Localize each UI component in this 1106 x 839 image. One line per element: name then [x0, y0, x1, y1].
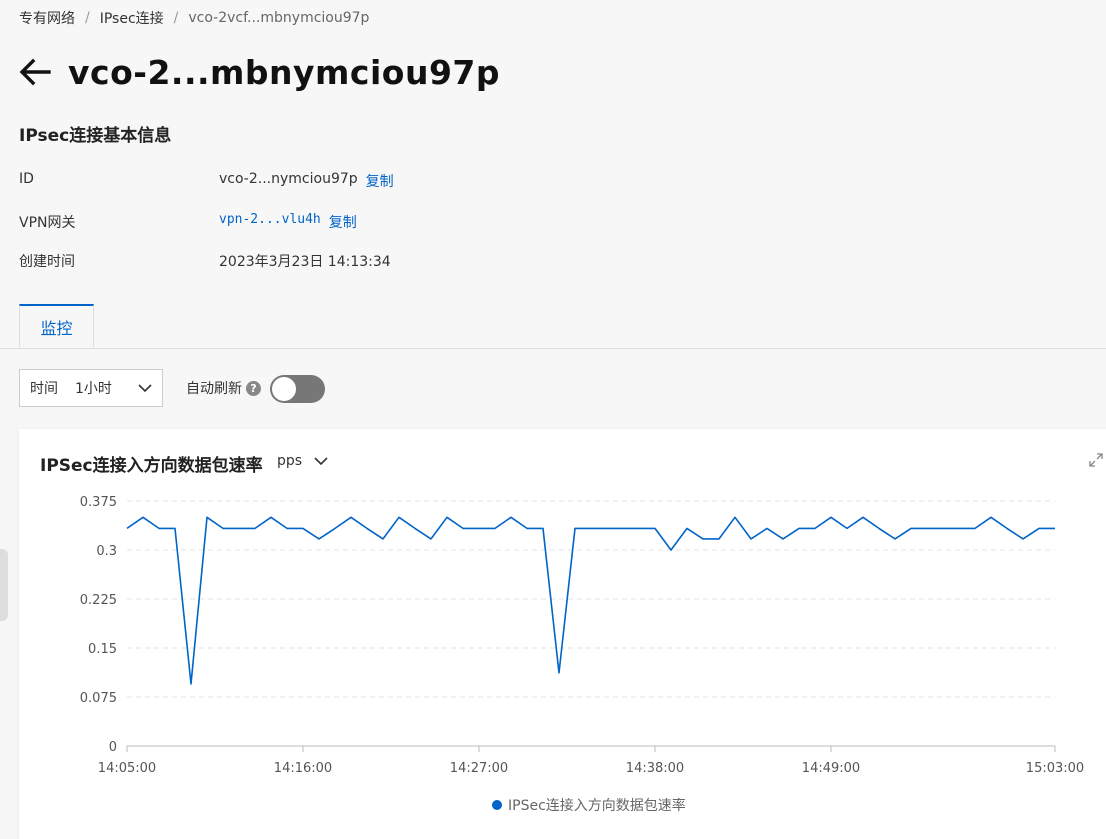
copy-id-link[interactable]: 复制: [366, 171, 394, 191]
tab-monitor[interactable]: 监控: [19, 304, 94, 348]
y-tick-label: 0.075: [80, 691, 117, 706]
tab-bar: 监控: [0, 304, 1106, 349]
breadcrumb-ipsec[interactable]: IPsec连接: [100, 8, 164, 28]
breadcrumb-separator: /: [173, 10, 179, 26]
x-tick-label: 14:16:00: [274, 761, 332, 776]
y-tick-label: 0.15: [88, 642, 117, 657]
auto-refresh: 自动刷新 ?: [186, 378, 261, 398]
auto-refresh-toggle[interactable]: [270, 375, 325, 403]
page-title: vco-2...mbnymciou97p: [68, 52, 500, 92]
created-time-value: 2023年3月23日 14:13:34: [219, 254, 391, 270]
breadcrumb-current: vco-2vcf...mbnymciou97p: [188, 10, 370, 26]
arrow-left-icon: [19, 58, 51, 86]
y-tick-label: 0.375: [80, 495, 117, 510]
back-button[interactable]: [18, 52, 52, 92]
section-title: IPsec连接基本信息: [19, 126, 172, 146]
y-tick-label: 0: [109, 740, 117, 755]
time-label: 时间: [30, 381, 58, 397]
x-tick-label: 14:49:00: [802, 761, 860, 776]
copy-vpn-link[interactable]: 复制: [329, 212, 357, 232]
x-tick-label: 14:38:00: [626, 761, 684, 776]
line-chart: 0.375 0.3 0.225 0.15 0.075 0 14:05:00 14:16:00 1…: [80, 495, 1084, 776]
legend-dot: [492, 800, 502, 810]
chart-legend[interactable]: IPSec连接入方向数据包速率: [492, 795, 686, 815]
id-value: vco-2...nymciou97p: [219, 171, 358, 187]
created-time-label: 创建时间: [19, 254, 75, 270]
help-icon[interactable]: ?: [246, 380, 261, 396]
title-row: vco-2...mbnymciou97p: [18, 52, 500, 92]
auto-refresh-label: 自动刷新: [186, 381, 242, 397]
vpn-gateway-link[interactable]: vpn-2...vlu4h: [219, 212, 321, 232]
time-range-select[interactable]: 时间 1小时: [19, 369, 163, 407]
legend-label: IPSec连接入方向数据包速率: [508, 798, 686, 814]
vpn-gateway-label: VPN网关: [19, 215, 76, 231]
toggle-knob: [272, 377, 296, 401]
info-row-vpn: VPN网关 vpn-2...vlu4h 复制: [19, 212, 357, 232]
y-tick-label: 0.3: [96, 544, 117, 559]
side-panel-handle[interactable]: [0, 549, 8, 621]
breadcrumb-vpc[interactable]: 专有网络: [19, 8, 75, 28]
time-value: 1小时: [75, 381, 112, 397]
x-tick-label: 14:05:00: [98, 761, 156, 776]
y-tick-label: 0.225: [80, 593, 117, 608]
info-row-id: ID vco-2...nymciou97p 复制: [19, 171, 394, 191]
chart-card: IPSec连接入方向数据包速率 pps 0.375 0.3 0.225 0.15 0.0…: [19, 429, 1106, 839]
breadcrumb: 专有网络 / IPsec连接 / vco-2vcf...mbnymciou97p: [19, 8, 369, 28]
chevron-down-icon: [138, 383, 152, 392]
x-tick-label: 15:03:00: [1026, 761, 1084, 776]
breadcrumb-separator: /: [85, 10, 90, 26]
x-tick-label: 14:27:00: [450, 761, 508, 776]
id-label: ID: [19, 171, 34, 187]
info-row-created: 创建时间 2023年3月23日 14:13:34: [19, 251, 391, 271]
series-line: [126, 516, 1055, 685]
